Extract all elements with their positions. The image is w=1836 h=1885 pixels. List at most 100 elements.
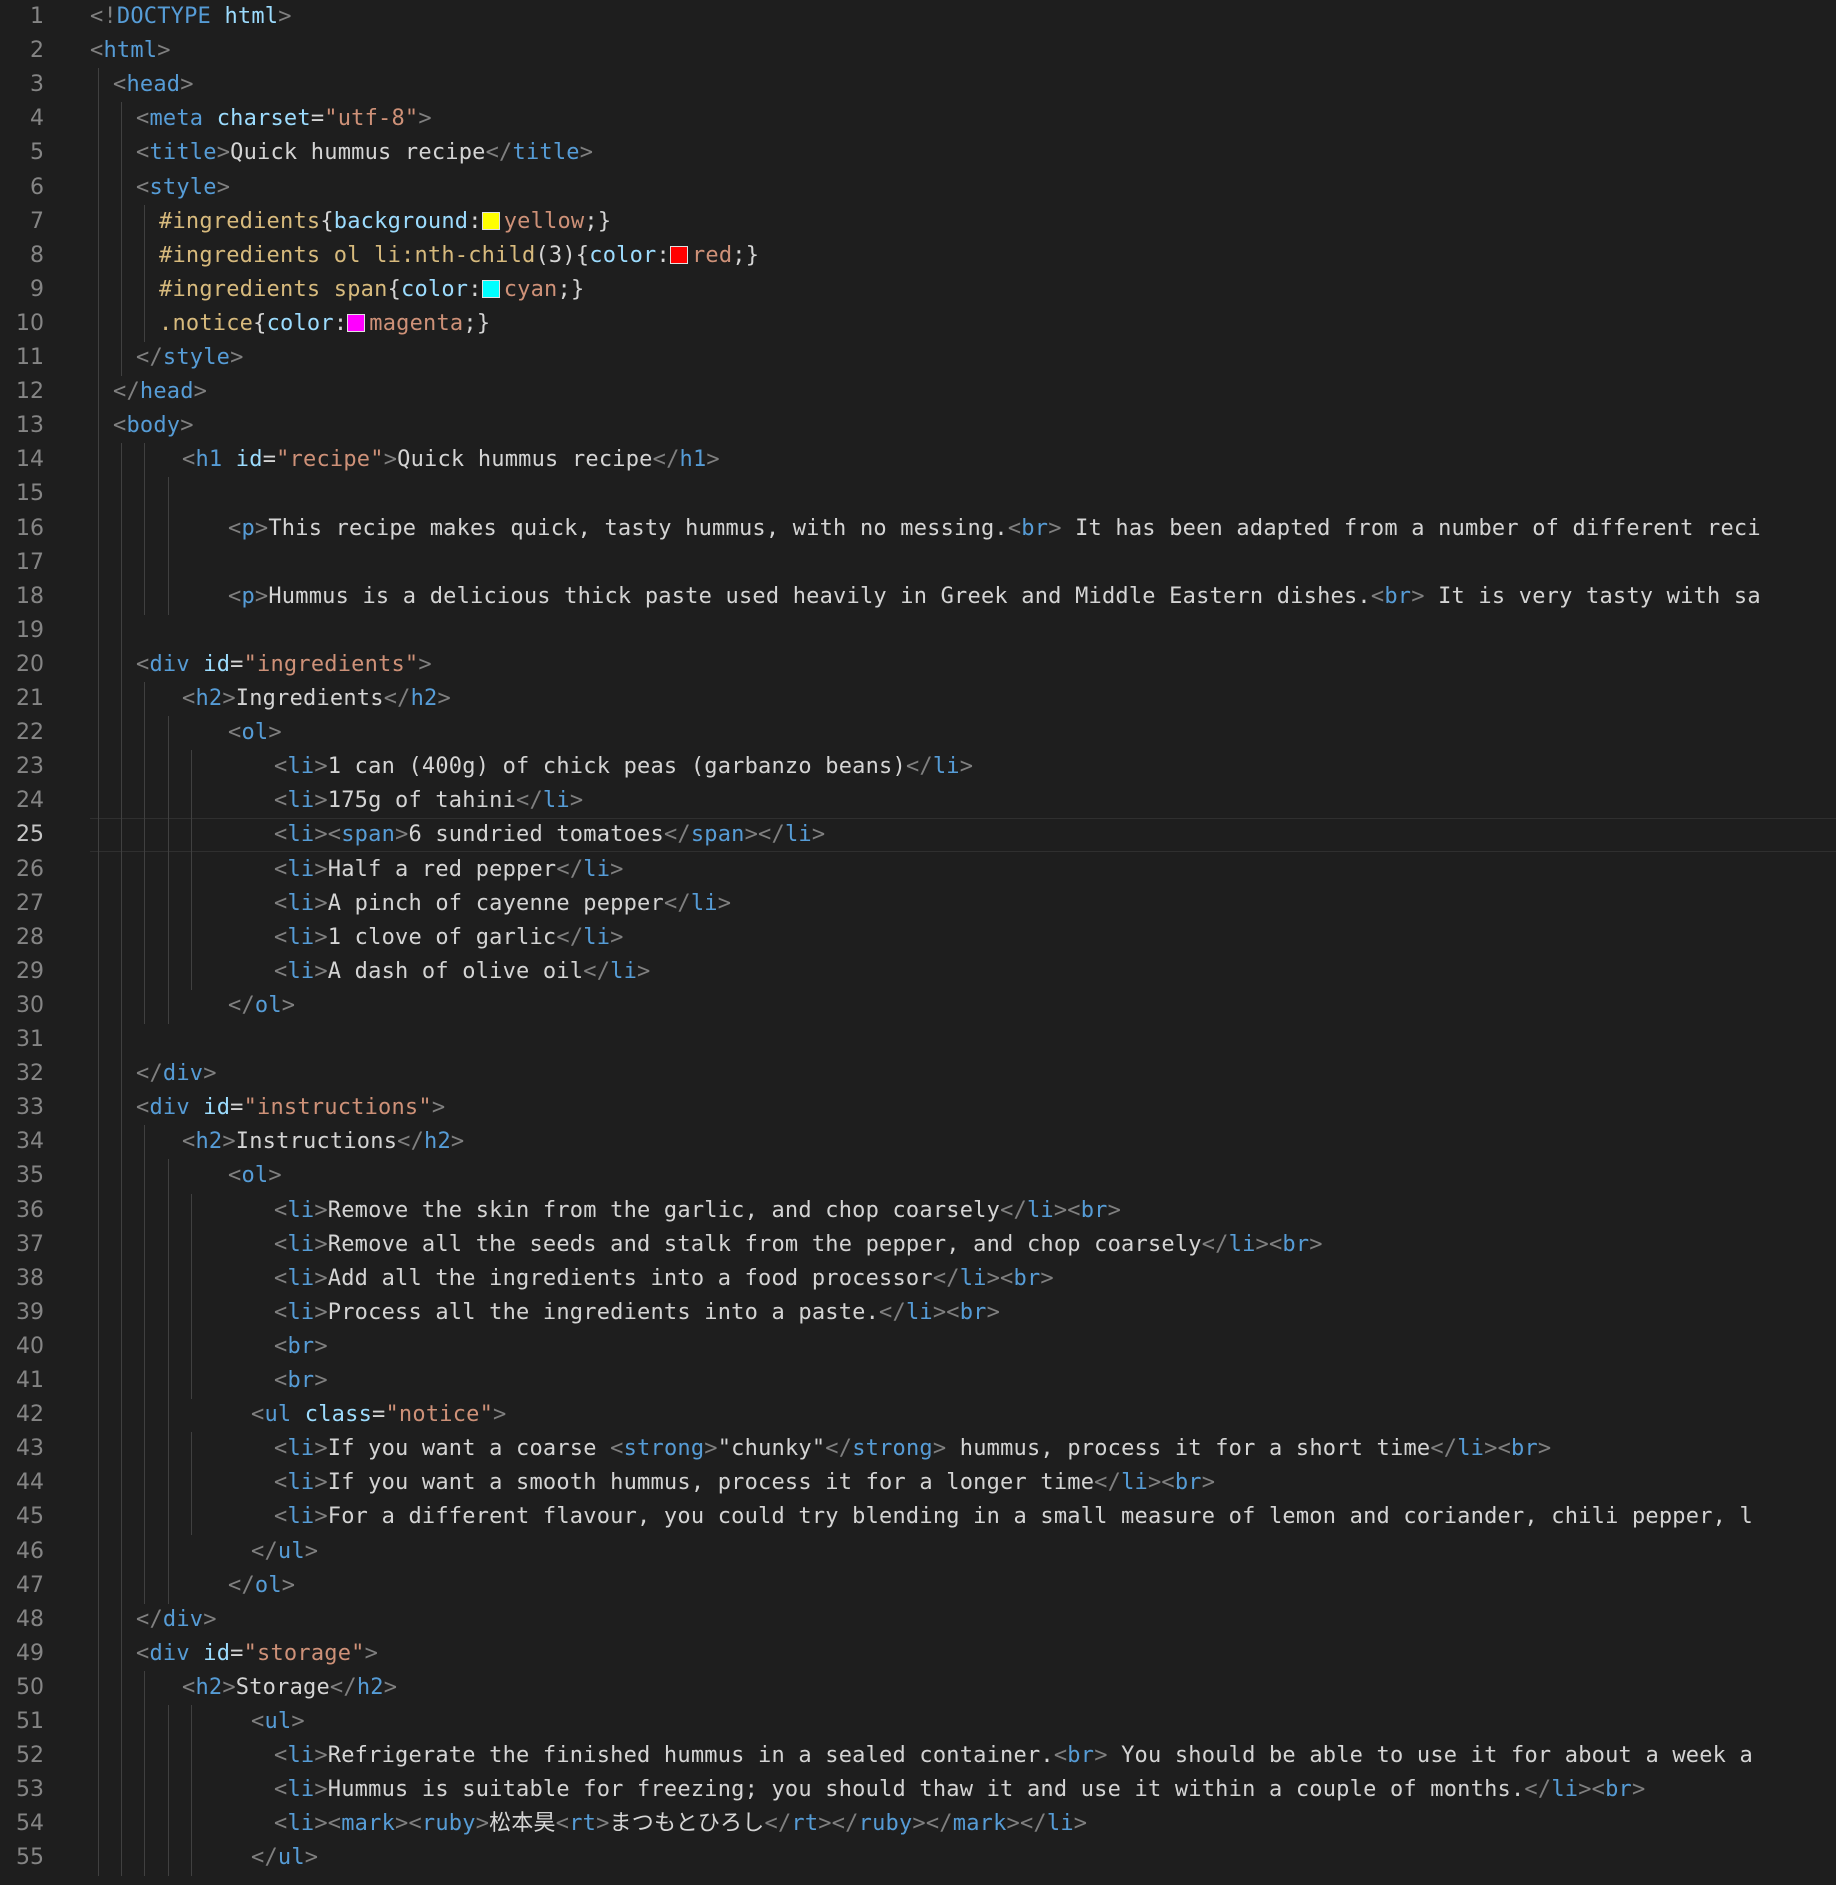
code-line[interactable]: 52 <li>Refrigerate the finished hummus in… [0, 1739, 1836, 1775]
code-line[interactable]: 23 <li>1 can (400g) of chick peas (garban… [0, 750, 1836, 786]
code-line[interactable]: 7 #ingredients{background: yellow;} [0, 204, 1836, 240]
code-text[interactable]: <body> [113, 409, 194, 443]
code-text[interactable]: <li>Hummus is suitable for freezing; you… [274, 1773, 1645, 1807]
code-line[interactable]: 42 <ul class="notice"> [0, 1398, 1836, 1434]
code-line[interactable]: 51 <ul> [0, 1705, 1836, 1740]
code-text[interactable]: <li>If you want a coarse <strong>"chunky… [274, 1432, 1551, 1466]
code-line[interactable]: 2 <html> [0, 34, 1836, 68]
code-text[interactable]: </div> [136, 1603, 217, 1637]
code-text[interactable]: <!DOCTYPE html> [90, 0, 292, 34]
code-line[interactable]: 39 <li>Process all the ingredients into a… [0, 1295, 1836, 1331]
code-line[interactable]: 13 <body> [0, 409, 1836, 445]
code-text[interactable]: <li><mark><ruby>松本昊<rt>まつもとひろし</rt></rub… [274, 1807, 1087, 1841]
code-text[interactable]: <div id="ingredients"> [136, 648, 432, 682]
code-text[interactable]: <head> [113, 68, 194, 102]
code-line[interactable]: 43 <li>If you want a coarse <strong>"chun… [0, 1432, 1836, 1468]
code-text[interactable]: <li>For a different flavour, you could t… [274, 1500, 1753, 1534]
code-text[interactable]: <li>Refrigerate the finished hummus in a… [274, 1739, 1753, 1773]
code-line[interactable]: 3 <head> [0, 68, 1836, 104]
code-line[interactable]: 26 <li>Half a red pepper</li> [0, 852, 1836, 888]
code-text[interactable]: <li>A dash of olive oil</li> [274, 955, 651, 989]
code-text[interactable]: <div id="instructions"> [136, 1091, 445, 1125]
code-text[interactable]: <li>175g of tahini</li> [274, 784, 583, 818]
color-swatch-icon[interactable] [481, 211, 500, 230]
code-text[interactable]: <br> [274, 1330, 328, 1364]
code-text[interactable]: <li>Remove the skin from the garlic, and… [274, 1194, 1121, 1228]
code-text[interactable]: #ingredients{background: yellow;} [159, 205, 611, 239]
code-line[interactable]: 8 #ingredients ol li:nth-child(3){color: r… [0, 238, 1836, 274]
code-text[interactable]: <h1 id="recipe">Quick hummus recipe</h1> [182, 443, 720, 477]
code-line[interactable]: 54 <li><mark><ruby>松本昊<rt>まつもとひろし</rt></r… [0, 1807, 1836, 1843]
code-line[interactable]: 1 <!DOCTYPE html> [0, 0, 1836, 34]
code-text[interactable]: <li>Half a red pepper</li> [274, 853, 624, 887]
code-line[interactable]: 37 <li>Remove all the seeds and stalk fro… [0, 1227, 1836, 1263]
code-line[interactable]: 9 #ingredients span{color: cyan;} [0, 272, 1836, 308]
code-line[interactable]: 46 </ul> [0, 1534, 1836, 1570]
color-swatch-icon[interactable] [481, 279, 500, 298]
code-line[interactable]: 24 <li>175g of tahini</li> [0, 784, 1836, 820]
code-text[interactable]: <li><span>6 sundried tomatoes</span></li… [274, 818, 825, 852]
code-text[interactable]: </ul> [251, 1841, 318, 1875]
code-text[interactable]: </ul> [251, 1535, 318, 1569]
code-text[interactable]: <br> [274, 1364, 328, 1398]
code-line[interactable]: 6 <style> [0, 170, 1836, 206]
code-line[interactable]: 15 [0, 477, 1836, 513]
color-swatch-icon[interactable] [669, 245, 688, 264]
code-line[interactable]: 14 <h1 id="recipe">Quick hummus recipe</h… [0, 443, 1836, 479]
code-line[interactable]: 49 <div id="storage"> [0, 1636, 1836, 1672]
code-line[interactable]: 20 <div id="ingredients"> [0, 647, 1836, 683]
code-line[interactable]: 19 [0, 613, 1836, 649]
code-text[interactable]: <h2>Instructions</h2> [182, 1125, 464, 1159]
code-text[interactable]: <li>Add all the ingredients into a food … [274, 1262, 1054, 1296]
code-editor[interactable]: 1 <!DOCTYPE html> 2 <html> 3 <head> 4 <meta cha… [0, 0, 1836, 1885]
code-line[interactable]: 40 <br> [0, 1329, 1836, 1365]
code-line[interactable]: 4 <meta charset="utf-8"> [0, 102, 1836, 138]
code-line[interactable]: 5 <title>Quick hummus recipe</title> [0, 136, 1836, 172]
code-text[interactable]: </style> [136, 341, 244, 375]
code-line[interactable]: 45 <li>For a different flavour, you could… [0, 1500, 1836, 1536]
code-text[interactable]: <h2>Ingredients</h2> [182, 682, 451, 716]
code-line[interactable]: 47 </ol> [0, 1568, 1836, 1604]
code-text[interactable]: <meta charset="utf-8"> [136, 102, 432, 136]
code-line[interactable]: 17 [0, 545, 1836, 581]
code-text[interactable]: <li>A pinch of cayenne pepper</li> [274, 887, 731, 921]
code-line[interactable]: 34 <h2>Instructions</h2> [0, 1125, 1836, 1161]
code-line[interactable]: 29 <li>A dash of olive oil</li> [0, 954, 1836, 990]
code-line[interactable]: 22 <ol> [0, 716, 1836, 752]
code-text[interactable]: <li>Process all the ingredients into a p… [274, 1296, 1000, 1330]
code-text[interactable]: <ul class="notice"> [251, 1398, 507, 1432]
code-text[interactable]: </ol> [228, 1569, 295, 1603]
code-text[interactable]: <li>If you want a smooth hummus, process… [274, 1466, 1215, 1500]
code-line[interactable]: 50 <h2>Storage</h2> [0, 1670, 1836, 1706]
code-line[interactable]: 25 <li><span>6 sundried tomatoes</span></… [0, 818, 1836, 854]
code-text[interactable]: <li>Remove all the seeds and stalk from … [274, 1228, 1323, 1262]
code-line[interactable]: 30 </ol> [0, 988, 1836, 1024]
code-text[interactable]: <p>Hummus is a delicious thick paste use… [228, 580, 1761, 614]
color-swatch-icon[interactable] [347, 313, 366, 332]
code-line[interactable]: 16 <p>This recipe makes quick, tasty humm… [0, 511, 1836, 547]
code-text[interactable]: </ol> [228, 989, 295, 1023]
code-text[interactable]: <style> [136, 171, 230, 205]
code-line[interactable]: 11 </style> [0, 341, 1836, 376]
code-line[interactable]: 31 [0, 1023, 1836, 1058]
code-line[interactable]: 41 <br> [0, 1364, 1836, 1399]
code-text[interactable]: </head> [113, 375, 207, 409]
code-line[interactable]: 36 <li>Remove the skin from the garlic, a… [0, 1193, 1836, 1229]
code-text[interactable]: .notice{color: magenta;} [159, 307, 490, 341]
code-line[interactable]: 55 </ul> [0, 1841, 1836, 1877]
code-text[interactable]: <html> [90, 34, 171, 68]
code-line[interactable]: 48 </div> [0, 1602, 1836, 1638]
code-text[interactable]: <li>1 clove of garlic</li> [274, 921, 624, 955]
code-line[interactable]: 38 <li>Add all the ingredients into a foo… [0, 1261, 1836, 1297]
code-line[interactable]: 44 <li>If you want a smooth hummus, proce… [0, 1466, 1836, 1502]
code-text[interactable]: <title>Quick hummus recipe</title> [136, 136, 593, 170]
code-line[interactable]: 35 <ol> [0, 1159, 1836, 1195]
code-line[interactable]: 28 <li>1 clove of garlic</li> [0, 920, 1836, 956]
code-line[interactable]: 32 </div> [0, 1057, 1836, 1093]
code-line[interactable]: 12 </head> [0, 375, 1836, 411]
code-text[interactable]: <ul> [251, 1705, 305, 1739]
code-line[interactable]: 21 <h2>Ingredients</h2> [0, 682, 1836, 717]
code-text[interactable]: <p>This recipe makes quick, tasty hummus… [228, 512, 1761, 546]
code-line[interactable]: 27 <li>A pinch of cayenne pepper</li> [0, 886, 1836, 922]
code-line[interactable]: 53 <li>Hummus is suitable for freezing; y… [0, 1773, 1836, 1809]
